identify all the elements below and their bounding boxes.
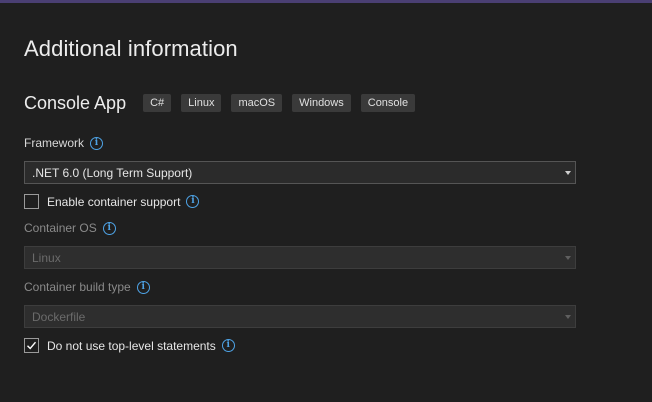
container-support-checkbox[interactable]	[24, 194, 39, 209]
container-os-label-row: Container OS i	[24, 221, 116, 235]
chevron-down-icon	[565, 315, 571, 319]
info-icon[interactable]: i	[90, 136, 104, 150]
top-level-statements-label: Do not use top-level statements	[47, 338, 216, 353]
container-os-dropdown[interactable]: Linux	[24, 246, 576, 269]
container-build-type-selected-value: Dockerfile	[32, 309, 86, 324]
info-icon[interactable]: i	[221, 339, 235, 352]
tag-console: Console	[360, 94, 416, 112]
tag-linux: Linux	[181, 94, 222, 112]
framework-label-row: Framework i	[24, 136, 104, 150]
tag-windows: Windows	[292, 94, 351, 112]
tag-csharp: C#	[143, 94, 172, 112]
framework-label: Framework	[24, 136, 85, 150]
container-os-selected-value: Linux	[32, 250, 61, 265]
top-level-statements-checkbox[interactable]	[24, 338, 39, 353]
tag-macos: macOS	[231, 94, 283, 112]
framework-selected-value: .NET 6.0 (Long Term Support)	[32, 165, 193, 180]
chevron-down-icon	[565, 256, 571, 260]
chevron-down-icon	[565, 171, 571, 175]
dialog-title: Additional information	[24, 36, 238, 61]
info-icon[interactable]: i	[136, 280, 150, 294]
template-name: Console App	[24, 92, 127, 113]
additional-information-dialog: Additional information Console App C# Li…	[0, 0, 652, 402]
container-support-label: Enable container support	[47, 194, 181, 209]
container-build-type-label: Container build type	[24, 280, 131, 294]
framework-dropdown[interactable]: .NET 6.0 (Long Term Support)	[24, 161, 576, 184]
container-support-row[interactable]: Enable container support i	[24, 194, 200, 209]
container-build-type-label-row: Container build type i	[24, 280, 150, 294]
container-os-label: Container OS	[24, 221, 97, 235]
checkmark-icon	[27, 341, 37, 350]
template-header: Console App C# Linux macOS Windows Conso…	[24, 92, 425, 114]
container-build-type-dropdown[interactable]: Dockerfile	[24, 305, 576, 328]
top-level-statements-row[interactable]: Do not use top-level statements i	[24, 338, 235, 353]
info-icon[interactable]: i	[102, 221, 116, 235]
info-icon[interactable]: i	[186, 195, 200, 208]
